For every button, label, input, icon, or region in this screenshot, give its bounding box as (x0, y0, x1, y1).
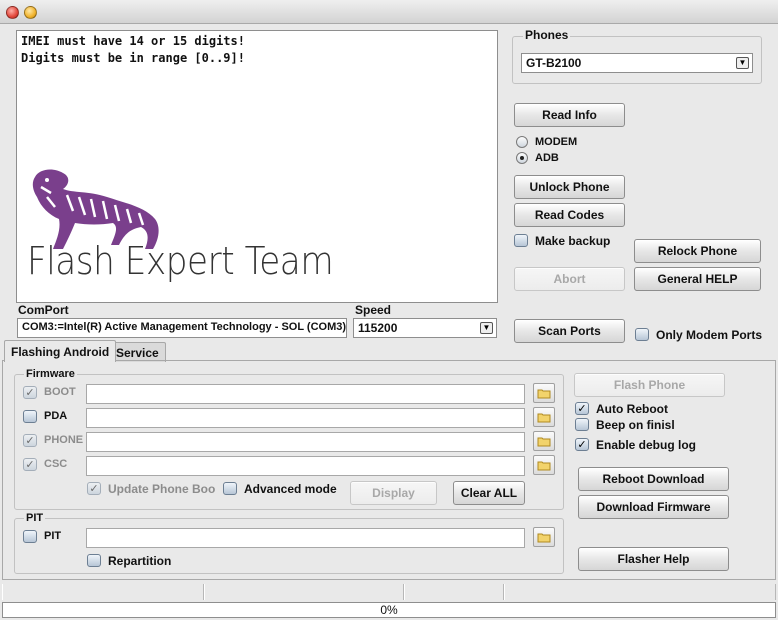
phone-checkbox[interactable]: ✓ (23, 434, 37, 447)
tab-service[interactable]: Service (109, 342, 166, 362)
log-line: IMEI must have 14 or 15 digits! (21, 34, 245, 48)
progress-bar: 0% (2, 602, 776, 618)
speed-label: Speed (355, 303, 392, 317)
pit-checkbox[interactable] (23, 530, 37, 543)
read-info-button[interactable]: Read Info (514, 103, 625, 127)
pit-group-label: PIT (24, 512, 46, 524)
comport-label: ComPort (18, 303, 69, 317)
csc-checkbox[interactable]: ✓ (23, 458, 37, 471)
phone-label: PHONE (44, 434, 84, 446)
clear-all-button[interactable]: Clear ALL (453, 481, 525, 505)
phone-file-input[interactable] (86, 432, 525, 452)
title-bar (0, 0, 778, 24)
auto-reboot-label: Auto Reboot (596, 402, 668, 416)
advanced-mode-checkbox[interactable] (223, 482, 237, 495)
boot-checkbox[interactable]: ✓ (23, 386, 37, 399)
firmware-group-label: Firmware (24, 368, 77, 380)
enable-debug-log-label: Enable debug log (596, 438, 697, 452)
status-cell (504, 584, 776, 600)
tab-flashing-android[interactable]: Flashing Android (4, 340, 117, 362)
update-phone-boot-label: Update Phone Boot (108, 482, 215, 496)
chevron-down-icon: ▼ (736, 57, 749, 69)
flash-phone-button[interactable]: Flash Phone (574, 373, 725, 397)
folder-icon (537, 389, 551, 398)
pda-file-input[interactable] (86, 408, 525, 428)
general-help-button[interactable]: General HELP (634, 267, 761, 291)
only-modem-ports-label: Only Modem Ports (656, 328, 763, 342)
read-codes-button[interactable]: Read Codes (514, 203, 625, 227)
beep-on-finish-checkbox[interactable] (575, 418, 589, 431)
csc-label: CSC (44, 458, 68, 470)
display-button[interactable]: Display (350, 481, 437, 505)
update-phone-boot-checkbox[interactable]: ✓ (87, 482, 101, 495)
only-modem-ports-checkbox[interactable] (635, 328, 649, 341)
csc-browse-button[interactable] (533, 455, 555, 475)
boot-browse-button[interactable] (533, 383, 555, 403)
scan-ports-button[interactable]: Scan Ports (514, 319, 625, 343)
modem-radio[interactable] (516, 136, 528, 148)
pda-label: PDA (44, 410, 68, 422)
pit-browse-button[interactable] (533, 527, 555, 547)
phone-browse-button[interactable] (533, 431, 555, 451)
pit-label: PIT (44, 530, 62, 542)
folder-icon (537, 413, 551, 422)
phones-selected-value: GT-B2100 (526, 56, 582, 70)
beep-on-finish-label: Beep on finisl (596, 418, 675, 432)
log-line: Digits must be in range [0..9]! (21, 51, 245, 65)
phones-select[interactable]: GT-B2100 ▼ (521, 53, 753, 73)
progress-text: 0% (380, 603, 398, 617)
enable-debug-log-checkbox[interactable]: ✓ (575, 438, 589, 451)
auto-reboot-checkbox[interactable]: ✓ (575, 402, 589, 415)
phones-label: Phones (523, 28, 571, 42)
advanced-mode-label: Advanced mode (244, 482, 337, 496)
abort-button[interactable]: Abort (514, 267, 625, 291)
pda-browse-button[interactable] (533, 407, 555, 427)
status-cell (204, 584, 404, 600)
folder-icon (537, 533, 551, 542)
make-backup-label: Make backup (535, 234, 611, 248)
repartition-label: Repartition (108, 554, 172, 568)
status-cell (404, 584, 504, 600)
folder-icon (537, 461, 551, 470)
minimize-window-button[interactable] (24, 6, 37, 19)
pit-file-input[interactable] (86, 528, 525, 548)
csc-file-input[interactable] (86, 456, 525, 476)
pda-checkbox[interactable] (23, 410, 37, 423)
adb-radio[interactable] (516, 152, 528, 164)
chevron-down-icon: ▼ (480, 322, 493, 334)
unlock-phone-button[interactable]: Unlock Phone (514, 175, 625, 199)
make-backup-checkbox[interactable] (514, 234, 528, 247)
speed-value: 115200 (358, 321, 398, 335)
speed-select[interactable]: 115200 ▼ (353, 318, 497, 338)
folder-icon (537, 437, 551, 446)
boot-label: BOOT (44, 386, 76, 398)
adb-label: ADB (535, 152, 559, 164)
comport-select[interactable]: COM3:=Intel(R) Active Management Technol… (17, 318, 347, 338)
reboot-download-button[interactable]: Reboot Download (578, 467, 729, 491)
status-cell (2, 584, 204, 600)
modem-label: MODEM (535, 136, 578, 148)
flasher-help-button[interactable]: Flasher Help (578, 547, 729, 571)
relock-phone-button[interactable]: Relock Phone (634, 239, 761, 263)
logo-text: Flash Expert Team (27, 239, 334, 283)
boot-file-input[interactable] (86, 384, 525, 404)
repartition-checkbox[interactable] (87, 554, 101, 567)
download-firmware-button[interactable]: Download Firmware (578, 495, 729, 519)
close-window-button[interactable] (6, 6, 19, 19)
log-output[interactable]: IMEI must have 14 or 15 digits! Digits m… (16, 30, 498, 303)
